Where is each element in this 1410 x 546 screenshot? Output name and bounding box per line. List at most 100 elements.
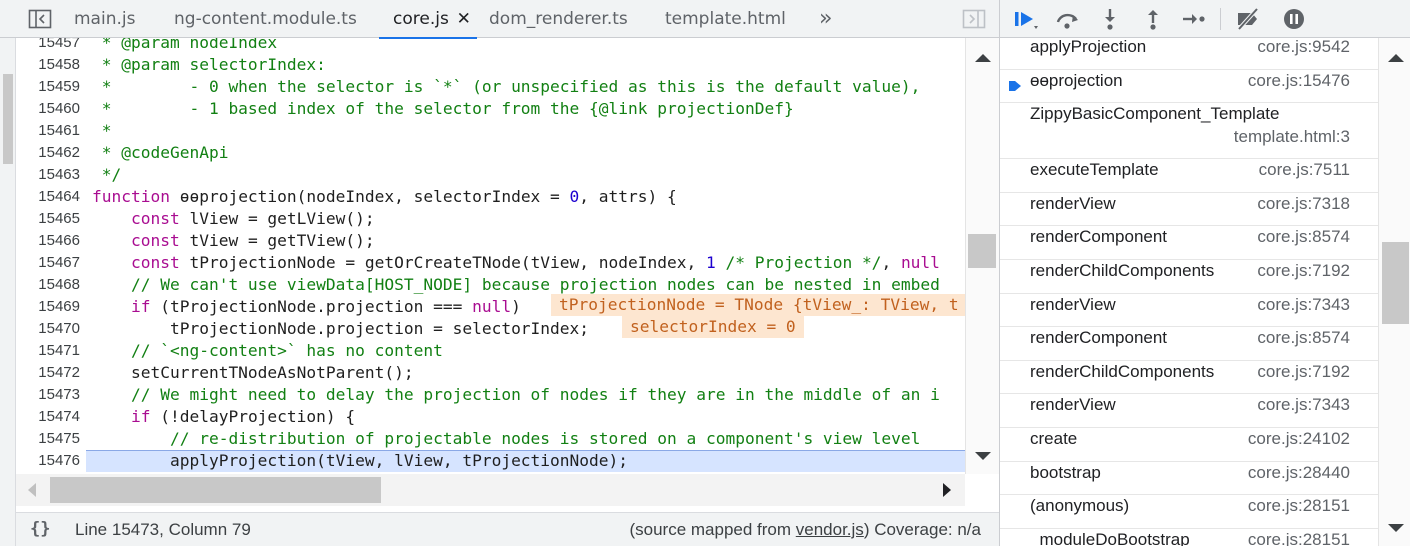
line-number[interactable]: 15471 (16, 340, 80, 362)
navigator-scroll-thumb[interactable] (3, 74, 13, 164)
step-button[interactable] (1180, 6, 1208, 32)
line-number-gutter[interactable]: 15457 15458 15459 15460 15461 15462 15463 15464… (16, 38, 86, 474)
step-out-button[interactable] (1139, 6, 1167, 32)
call-frame[interactable]: create core.js:24102 (1000, 428, 1378, 462)
call-frame-location[interactable]: core.js:28151 (1248, 496, 1350, 516)
tab-label: template.html (665, 9, 786, 29)
navigator-collapsed-strip (0, 38, 16, 546)
line-number[interactable]: 15473 (16, 384, 80, 406)
code-line: tProjectionNode.projection = selectorInd… (92, 319, 590, 338)
line-number[interactable]: 15469 (16, 296, 80, 318)
line-number[interactable]: 15466 (16, 230, 80, 252)
editor-horizontal-scroll-thumb[interactable] (50, 477, 381, 503)
call-frame-location[interactable]: core.js:7511 (1259, 160, 1350, 180)
source-map-link[interactable]: vendor.js (796, 520, 864, 539)
pause-on-exceptions-button[interactable] (1280, 6, 1308, 32)
editor-vertical-scroll-thumb[interactable] (968, 234, 996, 268)
tab-ng-content-module-ts[interactable]: ng-content.module.ts (174, 0, 357, 38)
call-frame-location[interactable]: core.js:15476 (1248, 71, 1350, 91)
call-frame[interactable]: ZippyBasicComponent_Template template.htm… (1000, 103, 1378, 160)
line-number[interactable]: 15476 (16, 450, 80, 472)
tab-template-html[interactable]: template.html (665, 0, 786, 38)
line-number[interactable]: 15465 (16, 208, 80, 230)
call-frame-location[interactable]: core.js:28151 (1248, 530, 1350, 546)
call-frame-location[interactable]: core.js:7192 (1257, 261, 1350, 281)
line-number[interactable]: 15472 (16, 362, 80, 384)
call-frame[interactable]: ɵɵprojection core.js:15476 (1000, 70, 1378, 104)
scroll-left-arrow-icon[interactable] (28, 483, 36, 497)
call-stack-scrollbar[interactable] (1378, 38, 1410, 546)
line-number[interactable]: 15460 (16, 98, 80, 120)
line-number[interactable]: 15470 (16, 318, 80, 340)
call-frame[interactable]: renderView core.js:7318 (1000, 193, 1378, 227)
call-frame-location[interactable]: core.js:7192 (1257, 362, 1350, 382)
step-into-button[interactable] (1096, 6, 1124, 32)
pretty-print-icon[interactable]: {} (30, 519, 50, 539)
tab-label: main.js (74, 9, 136, 29)
call-frame-location[interactable]: core.js:8574 (1257, 227, 1350, 247)
toggle-navigator-icon[interactable] (28, 8, 52, 30)
call-frame-location[interactable]: core.js:7343 (1257, 295, 1350, 315)
code-line: const lView = getLView(); (130, 209, 375, 228)
line-number[interactable]: 15462 (16, 142, 80, 164)
debugger-toolbar (1000, 0, 1410, 38)
call-frame-location[interactable]: core.js:7318 (1257, 194, 1350, 214)
step-over-button[interactable] (1054, 6, 1082, 32)
call-stack-scroll-thumb[interactable] (1382, 242, 1409, 324)
call-frame[interactable]: executeTemplate core.js:7511 (1000, 159, 1378, 193)
tab-core-js[interactable]: core.js ✕ (379, 0, 477, 39)
code-line: * (92, 121, 112, 140)
line-number[interactable]: 15459 (16, 76, 80, 98)
code-line: function ɵɵprojection(nodeIndex, selecto… (92, 187, 677, 206)
call-frame[interactable]: renderChildComponents core.js:7192 (1000, 260, 1378, 294)
editor-vertical-scrollbar[interactable] (965, 38, 999, 474)
call-frame-name: renderView (1030, 395, 1116, 415)
code-view[interactable]: 15457 15458 15459 15460 15461 15462 15463 15464… (16, 38, 965, 474)
call-frame-name: renderChildComponents (1030, 261, 1215, 280)
line-number[interactable]: 15464 (16, 186, 80, 208)
resume-button[interactable] (1012, 6, 1040, 32)
tab-dom-renderer-ts[interactable]: dom_renderer.ts (489, 0, 628, 38)
call-frame-location[interactable]: core.js:8574 (1257, 328, 1350, 348)
current-frame-arrow-icon (1008, 78, 1022, 99)
call-frame[interactable]: applyProjection core.js:9542 (1000, 38, 1378, 70)
call-frame-location[interactable]: core.js:7343 (1257, 395, 1350, 415)
scroll-right-arrow-icon[interactable] (943, 483, 951, 497)
call-frame[interactable]: renderComponent core.js:8574 (1000, 327, 1378, 361)
line-number[interactable]: 15467 (16, 252, 80, 274)
scroll-up-arrow-icon[interactable] (975, 54, 991, 62)
inline-value-tprojectionnode: tProjectionNode = TNode {tView_: TView, … (551, 294, 965, 316)
editor-horizontal-scrollbar[interactable] (16, 474, 965, 506)
scroll-down-arrow-icon[interactable] (975, 452, 991, 460)
close-tab-icon[interactable]: ✕ (457, 0, 471, 38)
call-frame[interactable]: (anonymous) core.js:28151 (1000, 495, 1378, 529)
line-number[interactable]: 15458 (16, 54, 80, 76)
scroll-down-arrow-icon[interactable] (1388, 524, 1404, 532)
deactivate-breakpoints-button[interactable] (1235, 6, 1263, 32)
call-frame[interactable]: renderChildComponents core.js:7192 (1000, 361, 1378, 395)
scroll-up-arrow-icon[interactable] (1388, 54, 1404, 62)
call-frame-location[interactable]: core.js:9542 (1257, 38, 1350, 57)
line-number[interactable]: 15474 (16, 406, 80, 428)
line-number[interactable]: 15461 (16, 120, 80, 142)
tab-main-js[interactable]: main.js (74, 0, 135, 38)
line-number[interactable]: 15475 (16, 428, 80, 450)
call-frame[interactable]: _moduleDoBootstrap core.js:28151 (1000, 529, 1378, 546)
cursor-position: Line 15473, Column 79 (75, 520, 251, 539)
line-number[interactable]: 15457 (16, 38, 80, 54)
line-number[interactable]: 15468 (16, 274, 80, 296)
call-frame[interactable]: renderView core.js:7343 (1000, 294, 1378, 328)
toggle-debugger-icon[interactable] (962, 8, 986, 30)
more-tabs-icon[interactable]: » (819, 0, 832, 38)
call-frame-name: bootstrap (1030, 462, 1101, 482)
code-line: * - 1 based index of the selector from t… (92, 99, 794, 118)
call-frame[interactable]: bootstrap core.js:28440 (1000, 462, 1378, 496)
call-frame-location[interactable]: template.html:3 (1234, 127, 1350, 147)
call-frame-name: _moduleDoBootstrap (1030, 529, 1190, 546)
call-frame-location[interactable]: core.js:28440 (1248, 463, 1350, 483)
line-number[interactable]: 15463 (16, 164, 80, 186)
call-frame-location[interactable]: core.js:24102 (1248, 429, 1350, 449)
call-frame[interactable]: renderComponent core.js:8574 (1000, 226, 1378, 260)
call-frame-name: renderChildComponents (1030, 361, 1215, 381)
call-frame[interactable]: renderView core.js:7343 (1000, 394, 1378, 428)
